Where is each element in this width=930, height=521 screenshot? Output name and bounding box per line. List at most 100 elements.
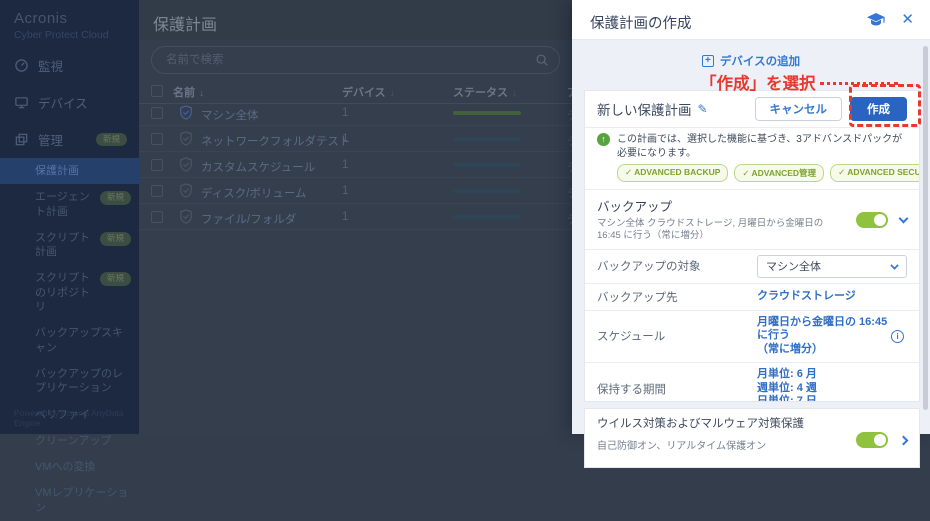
sidebar: Acronis Cyber Protect Cloud 監視 デバイス 管理 新…	[0, 0, 139, 434]
sidebar-subitem-label: クリーンアップ	[35, 434, 111, 448]
status-bar	[453, 137, 521, 141]
row-checkbox[interactable]	[151, 159, 163, 171]
search-box	[151, 46, 560, 74]
annotation-highlight-box	[849, 84, 921, 127]
row-checkbox[interactable]	[151, 211, 163, 223]
shield-check-icon	[179, 105, 193, 121]
table-row[interactable]: ファイル/フォルダ 1 デ	[139, 204, 572, 230]
sidebar-subitem-cleanup[interactable]: クリーンアップ	[0, 428, 139, 454]
sidebar-subitem-label: エージェント計画	[35, 190, 95, 219]
shield-check-icon	[179, 157, 193, 173]
antivirus-title: ウイルス対策およびマルウェア対策保護	[597, 417, 848, 433]
cancel-button[interactable]: キャンセル	[755, 97, 843, 121]
chevron-down-icon[interactable]	[899, 214, 909, 224]
plan-name: カスタムスケジュール	[201, 159, 315, 175]
protection-plans-list: 保護計画 名前↓ デバイス↓ ステータス↓ ア マシン全体 1 デ ネットワーク…	[139, 0, 572, 434]
status-bar	[453, 111, 521, 115]
panel-header: 保護計画の作成 ✕	[572, 0, 930, 40]
setting-row-destination: バックアップ先 クラウドストレージ	[585, 283, 919, 310]
sidebar-subitem-label: スクリプトのリポジトリ	[35, 271, 95, 314]
new-badge: 新規	[96, 133, 127, 147]
add-devices-label: デバイスの追加	[720, 53, 800, 69]
row-checkbox[interactable]	[151, 133, 163, 145]
chevron-right-icon[interactable]	[899, 435, 909, 445]
sort-icon: ↓	[390, 88, 395, 99]
search-icon[interactable]	[535, 53, 549, 67]
setting-row-backup-source: バックアップの対象 マシン全体	[585, 249, 919, 283]
table-row[interactable]: マシン全体 1 デ	[139, 100, 572, 126]
backup-source-select[interactable]: マシン全体	[757, 255, 907, 278]
plan-name: マシン全体	[201, 107, 259, 123]
sidebar-subitem-script-repository[interactable]: スクリプトのリポジトリ 新規	[0, 265, 139, 320]
backup-section-title: バックアップ	[597, 196, 848, 215]
gauge-icon	[14, 58, 29, 73]
plan-name-title: 新しい保護計画 ✎	[597, 99, 747, 119]
sidebar-subitem-agent-plans[interactable]: エージェント計画 新規	[0, 184, 139, 225]
shield-check-icon	[179, 131, 193, 147]
sidebar-subitem-backup-scan[interactable]: バックアップスキャン	[0, 320, 139, 361]
plan-settings-card: 新しい保護計画 ✎ キャンセル 作成 ↑ この計画では、選択した機能に基づき、3…	[584, 90, 920, 402]
row-checkbox[interactable]	[151, 185, 163, 197]
panel-scrollbar[interactable]	[923, 46, 928, 410]
add-devices-button[interactable]: + デバイスの追加	[702, 53, 800, 69]
pack-pill: ✓ADVANCED BACKUP	[617, 164, 728, 182]
table-row[interactable]: ネットワークフォルダテスト 1 デ	[139, 126, 572, 152]
sidebar-item-management[interactable]: 管理 新規	[0, 121, 139, 158]
sidebar-item-monitoring[interactable]: 監視	[0, 47, 139, 84]
sort-icon: ↓	[512, 88, 517, 99]
shield-check-icon	[179, 183, 193, 199]
edit-icon[interactable]: ✎	[698, 102, 708, 116]
info-icon[interactable]: i	[891, 330, 904, 343]
sidebar-subitem-label: バックアップのレプリケーション	[35, 367, 131, 396]
plan-devices-count: 1	[342, 211, 348, 223]
backup-section-header: バックアップ マシン全体 クラウドストレージ, 月曜日から金曜日の 16:45 …	[585, 189, 919, 249]
sidebar-subitem-backup-replication[interactable]: バックアップのレプリケーション	[0, 361, 139, 402]
destination-link[interactable]: クラウドストレージ	[757, 290, 891, 304]
page-title: 保護計画	[153, 11, 217, 35]
plan-devices-count: 1	[342, 159, 348, 171]
close-icon[interactable]: ✕	[901, 10, 914, 28]
retention-link[interactable]: 月単位: 6 月 週単位: 4 週 日単位: 7 日	[757, 368, 891, 402]
plan-devices-count: 1	[342, 107, 348, 119]
backup-toggle[interactable]	[856, 212, 888, 228]
sidebar-subitem-vm-replication[interactable]: VMレプリケーション	[0, 480, 139, 521]
antivirus-toggle[interactable]	[856, 432, 888, 448]
check-icon: ✓	[838, 167, 845, 177]
backup-section-summary: マシン全体 クラウドストレージ, 月曜日から金曜日の 16:45 に行う（常に増…	[597, 218, 848, 243]
shield-check-icon	[179, 209, 193, 225]
status-bar	[453, 189, 521, 193]
sidebar-subitem-label: 保護計画	[35, 164, 79, 178]
sidebar-subitem-label: スクリプト計画	[35, 231, 95, 260]
search-input[interactable]	[164, 49, 525, 71]
status-bar	[453, 215, 521, 219]
annotation-text: 「作成」を選択	[700, 70, 816, 94]
new-badge: 新規	[100, 191, 131, 205]
schedule-link[interactable]: 月曜日から金曜日の 16:45 に行う （常に増分）	[757, 316, 891, 357]
chevron-down-icon	[890, 261, 898, 269]
pack-pills: ✓ADVANCED BACKUP ✓ADVANCED管理 ✓ADVANCED S…	[617, 164, 907, 182]
column-header-name[interactable]: 名前↓	[173, 84, 204, 100]
create-plan-panel: 保護計画の作成 ✕ + デバイスの追加 新しい保護計画 ✎ キャンセル 作成 ↑…	[572, 0, 930, 434]
brand-product: Cyber Protect Cloud	[14, 29, 125, 41]
antivirus-card: ウイルス対策およびマルウェア対策保護 自己防御オン、リアルタイム保護オン	[584, 408, 920, 468]
setting-row-retention: 保持する期間 月単位: 6 月 週単位: 4 週 日単位: 7 日	[585, 362, 919, 402]
table-row[interactable]: ディスク/ボリューム 1 デ	[139, 178, 572, 204]
row-checkbox[interactable]	[151, 107, 163, 119]
check-icon: ✓	[742, 168, 749, 178]
sidebar-subitem-convert-to-vm[interactable]: VMへの変換	[0, 454, 139, 480]
tutorial-cap-icon[interactable]	[866, 12, 886, 28]
sidebar-subitem-label: VMレプリケーション	[35, 486, 131, 515]
new-badge: 新規	[100, 272, 131, 286]
sidebar-item-label: 管理	[38, 130, 63, 149]
sidebar-item-devices[interactable]: デバイス	[0, 84, 139, 121]
plans-icon	[14, 132, 29, 147]
setting-row-schedule: スケジュール 月曜日から金曜日の 16:45 に行う （常に増分） i	[585, 310, 919, 362]
sidebar-subitem-protection-plans[interactable]: 保護計画	[0, 158, 139, 184]
select-all-checkbox[interactable]	[151, 85, 163, 97]
column-header-devices[interactable]: デバイス↓	[342, 84, 395, 100]
pack-pill: ✓ADVANCED管理	[734, 164, 824, 182]
panel-title: 保護計画の作成	[590, 12, 692, 33]
column-header-status[interactable]: ステータス↓	[453, 84, 517, 100]
table-row[interactable]: カスタムスケジュール 1 デ	[139, 152, 572, 178]
sidebar-subitem-script-plans[interactable]: スクリプト計画 新規	[0, 225, 139, 266]
